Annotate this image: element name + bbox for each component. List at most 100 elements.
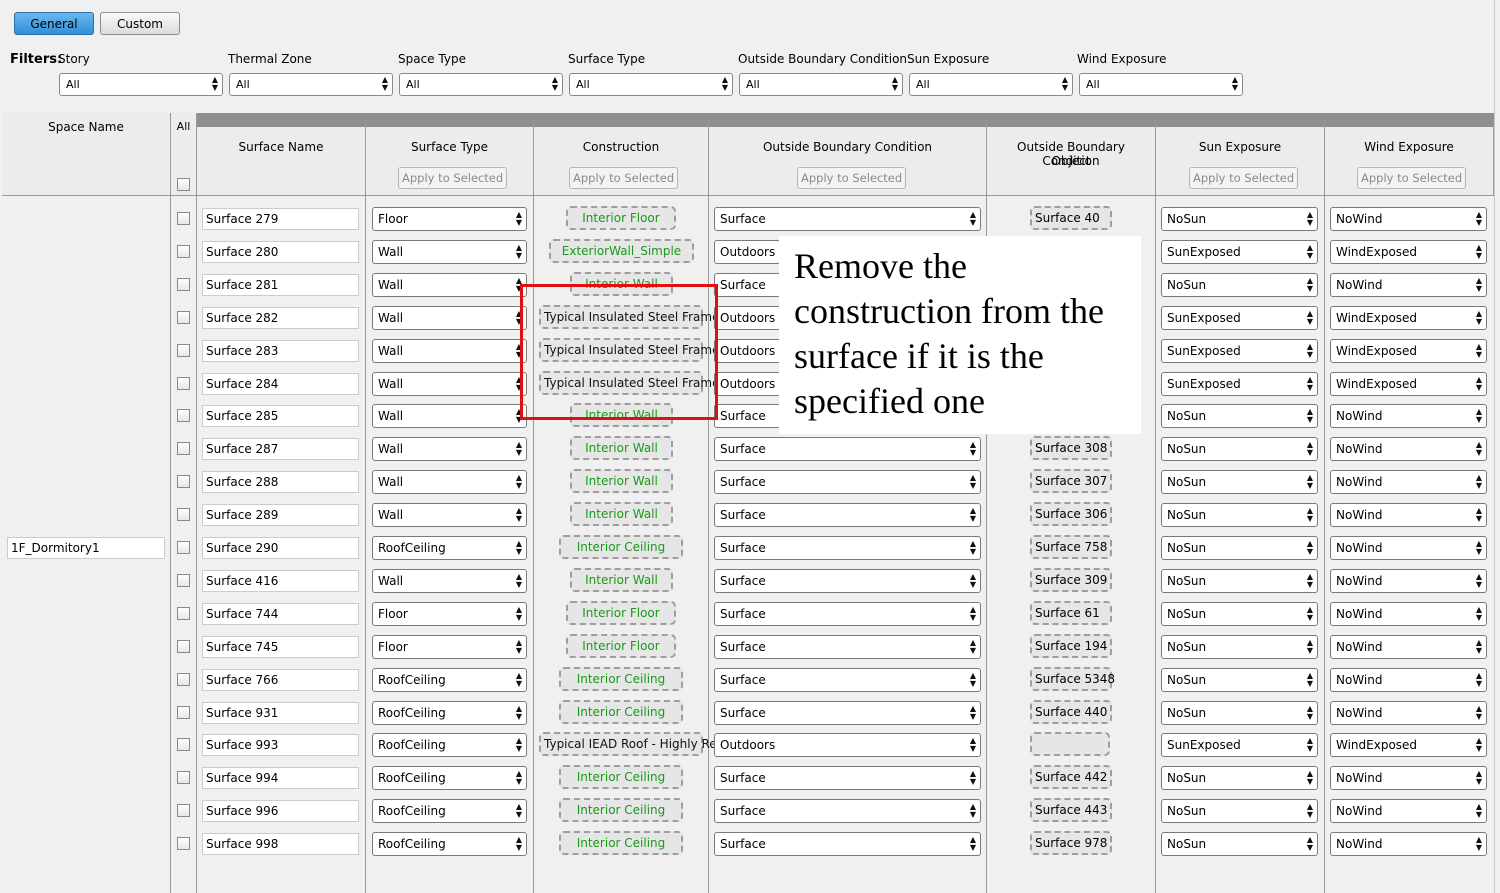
sun-exposure-select[interactable]: NoSun ▲ ▼ (1161, 503, 1318, 527)
row-checkbox[interactable] (177, 574, 190, 587)
construction-drop-zone[interactable]: Interior Ceiling (559, 700, 683, 724)
obc-object-drop-zone[interactable]: Surface 309 (1030, 568, 1112, 592)
surface-type-select[interactable]: Wall ▲ ▼ (372, 306, 527, 330)
row-checkbox[interactable] (177, 706, 190, 719)
surface-name-field[interactable]: Surface 931 (202, 702, 359, 724)
obc-select[interactable]: Surface ▲▼ (714, 799, 981, 823)
construction-drop-zone[interactable]: ExteriorWall_Simple (549, 239, 694, 263)
row-checkbox[interactable] (177, 673, 190, 686)
construction-drop-zone[interactable]: Interior Ceiling (559, 535, 683, 559)
obc-select[interactable]: Surface ▲▼ (714, 503, 981, 527)
sun-exposure-select[interactable]: NoSun ▲ ▼ (1161, 207, 1318, 231)
row-checkbox[interactable] (177, 738, 190, 751)
sun-exposure-select[interactable]: NoSun ▲ ▼ (1161, 536, 1318, 560)
wind-exposure-select[interactable]: NoWind ▲ ▼ (1330, 602, 1487, 626)
surface-name-field[interactable]: Surface 766 (202, 669, 359, 691)
surface-name-field[interactable]: Surface 281 (202, 274, 359, 296)
row-checkbox[interactable] (177, 278, 190, 291)
sun-exposure-select[interactable]: SunExposed ▲ ▼ (1161, 372, 1318, 396)
sun-exposure-select[interactable]: SunExposed ▲ ▼ (1161, 339, 1318, 363)
surface-type-select[interactable]: Wall ▲ ▼ (372, 404, 527, 428)
row-checkbox[interactable] (177, 377, 190, 390)
wind-exposure-select[interactable]: NoWind ▲ ▼ (1330, 635, 1487, 659)
surface-type-select[interactable]: Wall ▲ ▼ (372, 339, 527, 363)
obc-object-drop-zone[interactable]: Surface 194 (1030, 634, 1112, 658)
construction-apply-button[interactable]: Apply to Selected (569, 167, 679, 189)
obc-object-drop-zone[interactable]: Surface 308 (1030, 436, 1112, 460)
row-checkbox[interactable] (177, 640, 190, 653)
tab-custom[interactable]: Custom (100, 12, 180, 35)
surface-name-field[interactable]: Surface 290 (202, 537, 359, 559)
surface-name-field[interactable]: Surface 416 (202, 570, 359, 592)
wind-exposure-select[interactable]: NoWind ▲ ▼ (1330, 701, 1487, 725)
wind-exposure-select[interactable]: NoWind ▲ ▼ (1330, 569, 1487, 593)
select-all-checkbox[interactable] (177, 178, 190, 191)
surface-name-field[interactable]: Surface 745 (202, 636, 359, 658)
surface-type-select[interactable]: RoofCeiling ▲ ▼ (372, 799, 527, 823)
filter-select-sun-exposure[interactable]: All ▲ ▼ (909, 73, 1073, 96)
surface-type-select[interactable]: Wall ▲ ▼ (372, 569, 527, 593)
surface-type-select[interactable]: Floor ▲ ▼ (372, 602, 527, 626)
row-checkbox[interactable] (177, 311, 190, 324)
surface-type-select[interactable]: RoofCeiling ▲ ▼ (372, 701, 527, 725)
obc-select[interactable]: Surface ▲▼ (714, 536, 981, 560)
row-checkbox[interactable] (177, 442, 190, 455)
construction-drop-zone[interactable]: Interior Wall (570, 502, 673, 526)
filter-select-surface-type[interactable]: All ▲ ▼ (569, 73, 733, 96)
construction-drop-zone[interactable]: Interior Wall (570, 469, 673, 493)
wind-exposure-select[interactable]: WindExposed ▲ ▼ (1330, 339, 1487, 363)
construction-drop-zone[interactable]: Interior Ceiling (559, 798, 683, 822)
sun-exposure-select[interactable]: NoSun ▲ ▼ (1161, 766, 1318, 790)
construction-drop-zone[interactable]: Interior Wall (570, 568, 673, 592)
construction-drop-zone[interactable]: Interior Floor (566, 601, 676, 625)
wind-exposure-select[interactable]: NoWind ▲ ▼ (1330, 470, 1487, 494)
obc-select[interactable]: Surface ▲▼ (714, 832, 981, 856)
obc-select[interactable]: Surface ▲▼ (714, 207, 981, 231)
obc-object-drop-zone[interactable]: Surface 758 (1030, 535, 1112, 559)
obc-object-drop-zone[interactable] (1030, 732, 1110, 756)
surface-name-field[interactable]: Surface 994 (202, 767, 359, 789)
surface-type-select[interactable]: RoofCeiling ▲ ▼ (372, 832, 527, 856)
obc-apply-button[interactable]: Apply to Selected (797, 167, 907, 189)
sun-exposure-select[interactable]: NoSun ▲ ▼ (1161, 404, 1318, 428)
wind-exposure-select[interactable]: NoWind ▲ ▼ (1330, 799, 1487, 823)
wind-exposure-select[interactable]: NoWind ▲ ▼ (1330, 207, 1487, 231)
filter-select-wind-exposure[interactable]: All ▲ ▼ (1079, 73, 1243, 96)
surface-name-field[interactable]: Surface 280 (202, 241, 359, 263)
wind-exposure-select[interactable]: NoWind ▲ ▼ (1330, 832, 1487, 856)
filter-select-outside-boundary-condition[interactable]: All ▲ ▼ (739, 73, 903, 96)
sun-exposure-select[interactable]: NoSun ▲ ▼ (1161, 437, 1318, 461)
filter-select-thermal-zone[interactable]: All ▲ ▼ (229, 73, 393, 96)
surface-type-select[interactable]: RoofCeiling ▲ ▼ (372, 766, 527, 790)
sun-apply-button[interactable]: Apply to Selected (1189, 167, 1299, 189)
obc-select[interactable]: Surface ▲▼ (714, 668, 981, 692)
surface-name-field[interactable]: Surface 288 (202, 471, 359, 493)
surface-type-select[interactable]: Wall ▲ ▼ (372, 503, 527, 527)
obc-object-drop-zone[interactable]: Surface 307 (1030, 469, 1112, 493)
wind-exposure-select[interactable]: NoWind ▲ ▼ (1330, 668, 1487, 692)
sun-exposure-select[interactable]: NoSun ▲ ▼ (1161, 799, 1318, 823)
surface-name-field[interactable]: Surface 996 (202, 800, 359, 822)
wind-exposure-select[interactable]: NoWind ▲ ▼ (1330, 273, 1487, 297)
obc-object-drop-zone[interactable]: Surface 440 (1030, 700, 1112, 724)
surface-type-select[interactable]: Floor ▲ ▼ (372, 207, 527, 231)
surface-type-apply-button[interactable]: Apply to Selected (398, 167, 508, 189)
sun-exposure-select[interactable]: SunExposed ▲ ▼ (1161, 306, 1318, 330)
space-name-field[interactable]: 1F_Dormitory1 (7, 537, 165, 559)
sun-exposure-select[interactable]: NoSun ▲ ▼ (1161, 635, 1318, 659)
row-checkbox[interactable] (177, 212, 190, 225)
wind-exposure-select[interactable]: WindExposed ▲ ▼ (1330, 372, 1487, 396)
wind-exposure-select[interactable]: NoWind ▲ ▼ (1330, 404, 1487, 428)
surface-name-field[interactable]: Surface 279 (202, 208, 359, 230)
sun-exposure-select[interactable]: NoSun ▲ ▼ (1161, 701, 1318, 725)
construction-drop-zone[interactable]: Interior Ceiling (559, 667, 683, 691)
wind-exposure-select[interactable]: WindExposed ▲ ▼ (1330, 733, 1487, 757)
surface-type-select[interactable]: Wall ▲ ▼ (372, 240, 527, 264)
row-checkbox[interactable] (177, 804, 190, 817)
sun-exposure-select[interactable]: SunExposed ▲ ▼ (1161, 240, 1318, 264)
surface-name-field[interactable]: Surface 287 (202, 438, 359, 460)
surface-name-field[interactable]: Surface 282 (202, 307, 359, 329)
obc-object-drop-zone[interactable]: Surface 443 (1030, 798, 1112, 822)
sun-exposure-select[interactable]: NoSun ▲ ▼ (1161, 668, 1318, 692)
obc-select[interactable]: Surface ▲▼ (714, 437, 981, 461)
